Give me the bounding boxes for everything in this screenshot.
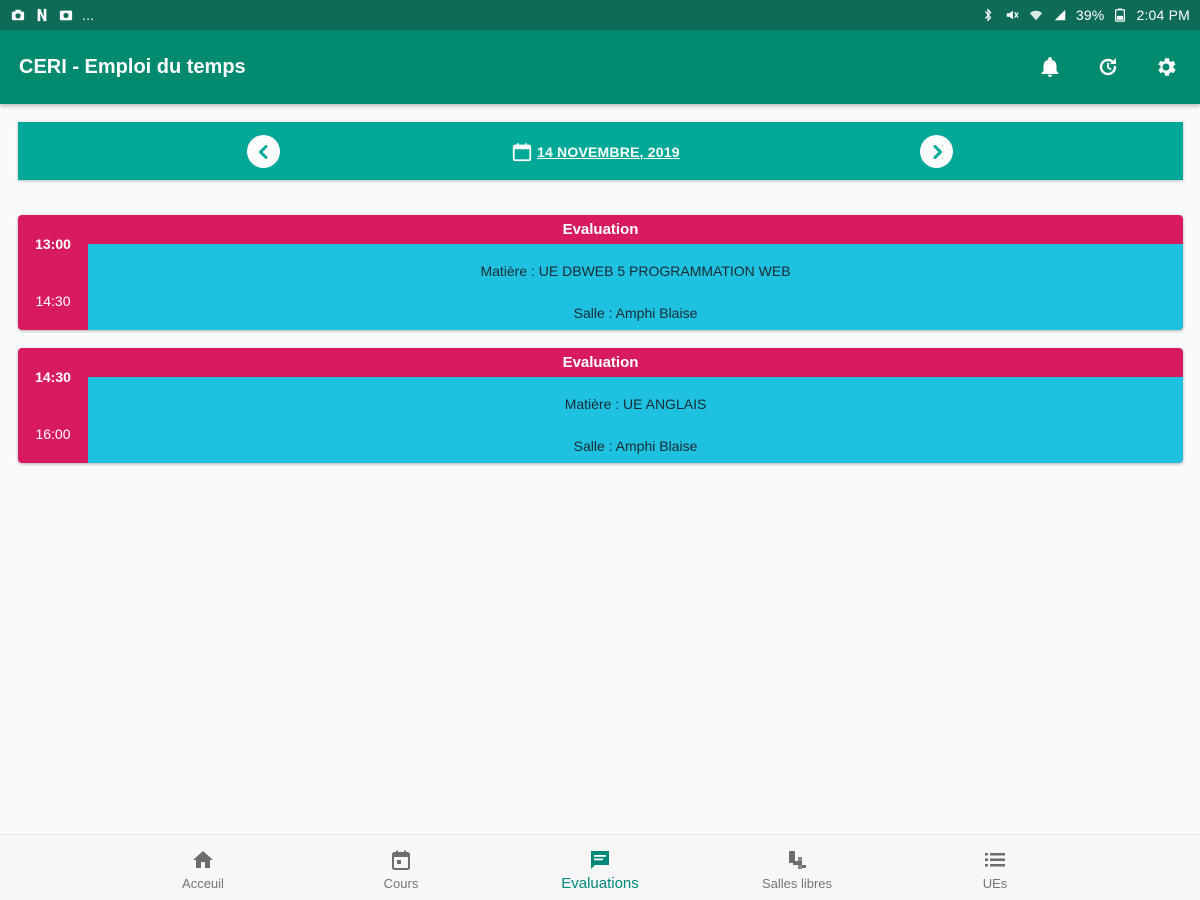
event-details: Matière : UE DBWEB 5 PROGRAMMATION WEB S… xyxy=(88,244,1183,330)
status-bar-right: 39% 2:04 PM xyxy=(980,7,1190,23)
event-card[interactable]: Evaluation 14:30 16:00 Matière : UE ANGL… xyxy=(18,348,1183,463)
nav-label: Evaluations xyxy=(561,875,639,892)
refresh-button[interactable] xyxy=(1094,53,1122,81)
bell-icon xyxy=(1041,57,1059,77)
photo-notification-icon xyxy=(58,7,74,23)
list-icon xyxy=(982,847,1008,873)
settings-button[interactable] xyxy=(1152,53,1180,81)
app-bar-actions xyxy=(1036,53,1180,81)
calendar-icon xyxy=(512,143,532,162)
event-room: Salle : Amphi Blaise xyxy=(573,438,698,454)
event-start-time: 14:30 xyxy=(35,369,71,385)
chat-icon xyxy=(587,847,613,873)
event-details: Matière : UE ANGLAIS Salle : Amphi Blais… xyxy=(88,377,1183,463)
nav-label: Salles libres xyxy=(761,876,833,891)
notifications-button[interactable] xyxy=(1036,53,1064,81)
battery-percent: 39% xyxy=(1075,7,1105,23)
clock: 2:04 PM xyxy=(1136,7,1190,23)
nav-label: UEs xyxy=(982,876,1008,891)
netflix-notification-icon xyxy=(34,7,50,23)
event-type: Evaluation xyxy=(562,354,639,371)
calendar-icon xyxy=(388,847,414,873)
event-subject: Matière : UE ANGLAIS xyxy=(564,396,707,412)
nav-label: Cours xyxy=(383,876,419,891)
chevron-left-icon xyxy=(258,144,267,159)
app-title: CERI - Emploi du temps xyxy=(19,55,246,78)
event-subject: Matière : UE DBWEB 5 PROGRAMMATION WEB xyxy=(480,263,791,279)
current-date: 14 NOVEMBRE, 2019 xyxy=(537,144,680,160)
bottom-navigation: Acceuil Cours Evaluations Salles libres … xyxy=(0,834,1200,900)
next-day-button[interactable] xyxy=(920,135,953,168)
status-bar-left: ... xyxy=(10,7,94,23)
nav-item-evaluations[interactable]: Evaluations xyxy=(525,835,675,900)
home-icon xyxy=(190,847,216,873)
chevron-right-icon xyxy=(933,144,942,159)
event-end-time: 14:30 xyxy=(35,293,71,309)
battery-icon xyxy=(1112,7,1128,23)
previous-day-button[interactable] xyxy=(247,135,280,168)
room-icon xyxy=(784,847,810,873)
date-picker[interactable]: 14 NOVEMBRE, 2019 xyxy=(511,141,680,163)
event-start-time: 13:00 xyxy=(35,236,71,252)
bluetooth-icon xyxy=(980,7,996,23)
nav-item-cours[interactable]: Cours xyxy=(326,835,476,900)
signal-icon xyxy=(1052,7,1068,23)
date-navigator: 14 NOVEMBRE, 2019 xyxy=(18,122,1183,180)
refresh-icon xyxy=(1099,58,1117,76)
status-more-text: ... xyxy=(82,7,95,23)
nav-label: Acceuil xyxy=(182,876,224,891)
event-card[interactable]: Evaluation 13:00 14:30 Matière : UE DBWE… xyxy=(18,215,1183,330)
nav-item-salles-libres[interactable]: Salles libres xyxy=(722,835,872,900)
event-end-time: 16:00 xyxy=(35,426,71,442)
event-type: Evaluation xyxy=(562,221,639,238)
status-bar: ... 39% 2:04 PM xyxy=(0,0,1200,30)
app-bar: CERI - Emploi du temps xyxy=(0,30,1200,104)
nav-item-ues[interactable]: UEs xyxy=(920,835,1070,900)
wifi-icon xyxy=(1028,7,1044,23)
mute-icon xyxy=(1004,7,1020,23)
camera-notification-icon xyxy=(10,7,26,23)
nav-item-accueil[interactable]: Acceuil xyxy=(128,835,278,900)
gear-icon xyxy=(1158,58,1176,76)
event-room: Salle : Amphi Blaise xyxy=(573,305,698,321)
